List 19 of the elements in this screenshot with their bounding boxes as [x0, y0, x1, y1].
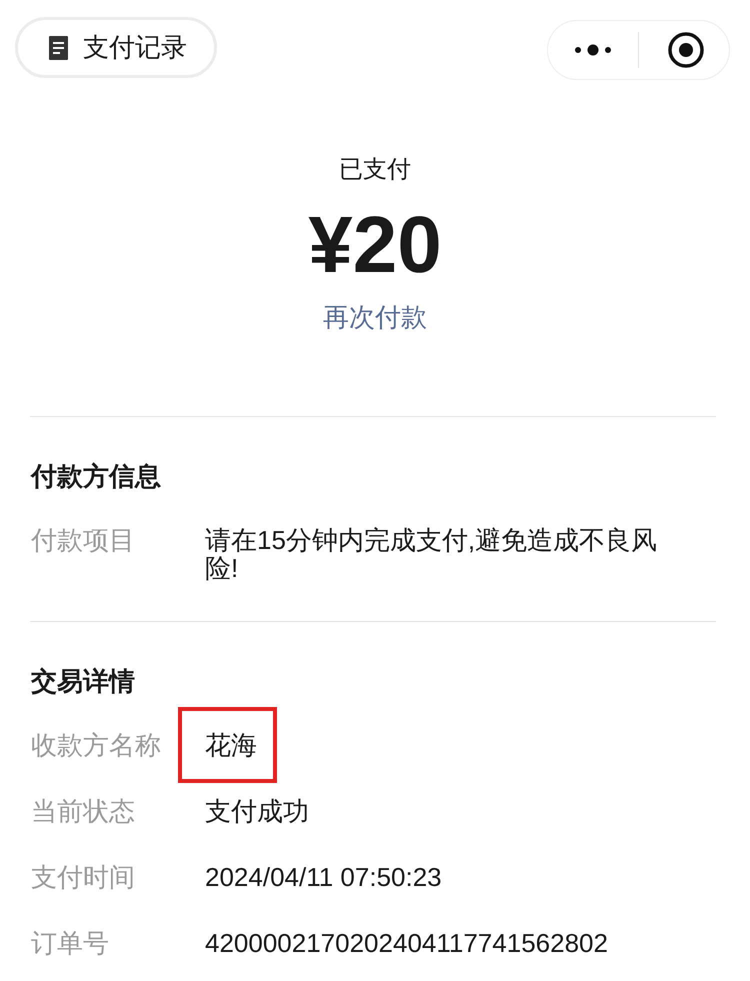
row-value: 支付成功	[205, 795, 309, 827]
row-value: 花海	[205, 729, 257, 761]
payment-status: 已支付	[339, 155, 411, 185]
row-label: 付款项目	[31, 524, 136, 557]
section-title: 交易详情	[31, 665, 135, 697]
pay-again-link[interactable]: 再次付款	[323, 301, 427, 333]
row-label: 收款方名称	[31, 729, 162, 761]
amount-text: ¥20	[308, 205, 442, 285]
document-icon	[49, 36, 68, 60]
row-value: 4200002170202404117741562802	[205, 927, 608, 959]
row-label: 支付时间	[31, 861, 136, 893]
section-title: 付款方信息	[31, 460, 161, 492]
target-icon[interactable]	[668, 32, 704, 68]
more-icon[interactable]	[575, 44, 611, 56]
row-label: 订单号	[31, 927, 110, 959]
records-button[interactable]: 支付记录	[15, 17, 217, 78]
row-value: 请在15分钟内完成支付,避免造成不良风险!	[205, 524, 658, 584]
row-value: 2024/04/11 07:50:23	[205, 861, 442, 893]
row-label: 当前状态	[31, 795, 136, 827]
